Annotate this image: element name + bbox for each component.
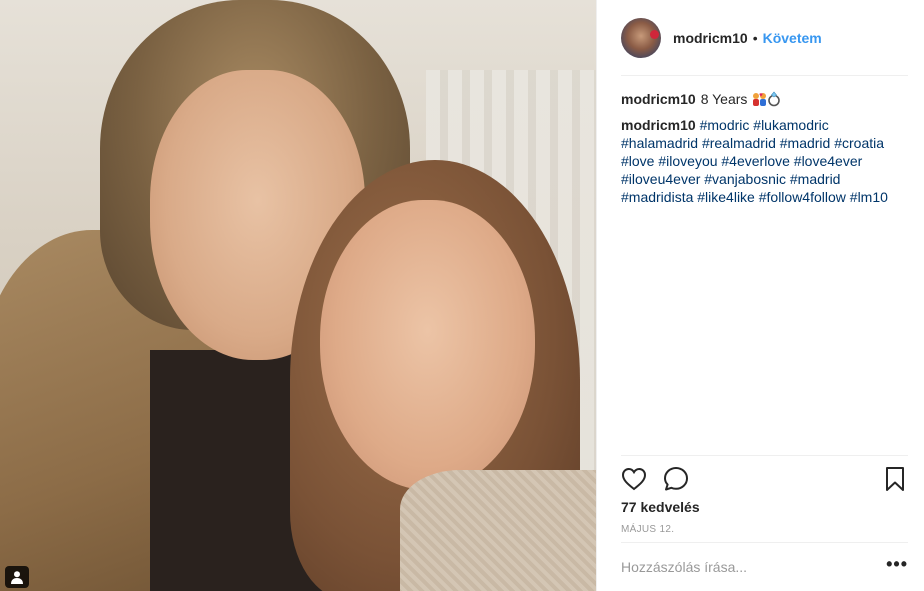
caption-text: 8 Years bbox=[700, 91, 748, 107]
comment-icon bbox=[664, 467, 688, 491]
heart-icon bbox=[621, 467, 647, 491]
likes-count[interactable]: 77 kedvelés bbox=[621, 499, 700, 515]
more-options-button[interactable]: ••• bbox=[886, 554, 908, 581]
save-button[interactable] bbox=[882, 466, 908, 492]
couple-emoji-icon bbox=[753, 91, 781, 107]
header-separator: • bbox=[752, 29, 758, 46]
post-photo[interactable] bbox=[0, 0, 596, 591]
couple-with-heart-and-ring-emoji bbox=[751, 91, 781, 107]
comment-author[interactable]: modricm10 bbox=[621, 117, 696, 133]
caption-author[interactable]: modricm10 bbox=[621, 90, 696, 108]
header-username[interactable]: modricm10 bbox=[673, 30, 748, 46]
avatar[interactable] bbox=[621, 17, 661, 58]
post-side-panel: modricm10 • Követem modricm10 8 Years mo… bbox=[596, 0, 924, 591]
comment-button[interactable] bbox=[663, 466, 689, 492]
photo-woman-face bbox=[320, 200, 535, 490]
like-button[interactable] bbox=[621, 466, 647, 492]
avatar-badge bbox=[650, 29, 659, 39]
instagram-post-modal: modricm10 • Követem modricm10 8 Years mo… bbox=[0, 0, 924, 591]
comment-input[interactable] bbox=[621, 559, 887, 575]
photo-sweater bbox=[400, 470, 596, 591]
person-silhouette-icon bbox=[11, 571, 23, 584]
caption: modricm10 8 Years modricm10 #modric #luk… bbox=[597, 76, 924, 206]
person-tag-icon[interactable] bbox=[5, 566, 29, 588]
post-header: modricm10 • Követem bbox=[621, 0, 908, 76]
caption-first-line: modricm10 8 Years bbox=[621, 90, 908, 108]
comment-bar: ••• bbox=[621, 542, 908, 591]
caption-comment: modricm10 #modric #lukamodric #halamadri… bbox=[621, 116, 908, 206]
post-actions bbox=[621, 455, 908, 492]
post-date[interactable]: MÁJUS 12. bbox=[621, 524, 674, 535]
follow-button[interactable]: Követem bbox=[763, 30, 822, 46]
bookmark-icon bbox=[886, 467, 904, 491]
